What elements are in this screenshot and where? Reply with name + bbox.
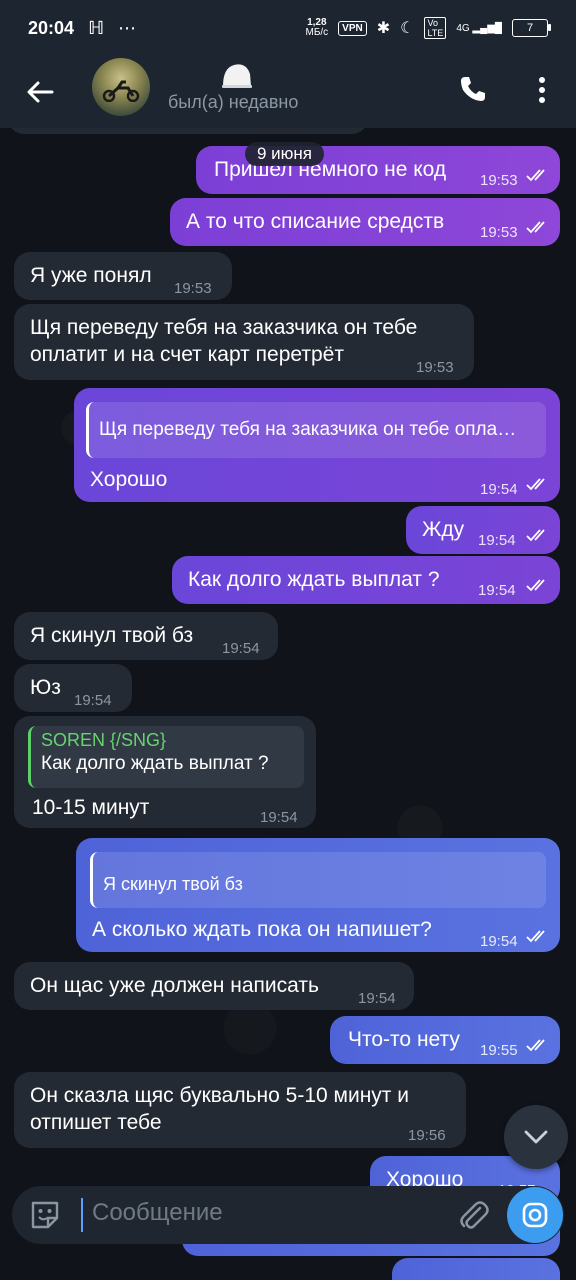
reply-quote[interactable]: Щя переведу тебя на заказчика он тебе оп… bbox=[86, 402, 546, 458]
message-time: 19:53 bbox=[174, 280, 212, 297]
net-type: 4G bbox=[456, 22, 470, 34]
avatar[interactable] bbox=[92, 58, 150, 116]
message-list[interactable]: Пришел немного не код 19:53 9 июня А то … bbox=[0, 128, 576, 1280]
dnd-moon-icon: ☾ bbox=[400, 20, 415, 37]
more-vert-icon[interactable] bbox=[532, 74, 552, 106]
status-bar: 20:04 ℍ ⋯ 1,28 МБ/с VPN ✱ ☾ Vo LTE 4G ▂▄▆… bbox=[0, 0, 576, 56]
volte-icon: Vo LTE bbox=[424, 17, 447, 39]
message-bubble-incoming[interactable]: Юз 19:54 bbox=[14, 664, 132, 712]
read-checks-icon bbox=[526, 169, 545, 182]
message-time: 19:53 bbox=[416, 359, 454, 376]
message-text-line2: отпишет тебе bbox=[30, 1111, 162, 1134]
attach-paperclip-icon[interactable] bbox=[456, 1198, 490, 1232]
contact-name-emoji-icon bbox=[222, 64, 252, 88]
message-input[interactable]: Сообщение bbox=[92, 1199, 223, 1227]
message-time: 19:54 bbox=[478, 532, 516, 549]
message-text: Юз bbox=[30, 676, 61, 699]
bluetooth-icon: ✱ bbox=[376, 20, 391, 37]
message-bubble-outgoing[interactable]: А то что списание средств 19:53 bbox=[170, 198, 560, 246]
message-text-line2: оплатит и на счет карт перетрёт bbox=[30, 343, 344, 366]
back-arrow-icon[interactable] bbox=[22, 74, 58, 110]
chevron-down-icon bbox=[524, 1130, 548, 1144]
read-checks-icon bbox=[526, 529, 545, 542]
message-bubble-incoming[interactable]: Я уже понял 19:53 bbox=[14, 252, 232, 300]
message-time: 19:54 bbox=[478, 582, 516, 599]
message-time: 19:56 bbox=[408, 1127, 446, 1144]
message-time: 19:53 bbox=[480, 172, 518, 189]
reply-quote[interactable]: Я скинул твой бз bbox=[90, 852, 546, 908]
message-bubble-incoming[interactable]: Он сказла щяс буквально 5-10 минут и отп… bbox=[14, 1072, 466, 1148]
camera-button[interactable] bbox=[507, 1187, 563, 1243]
read-checks-icon bbox=[526, 478, 545, 491]
network-speed: 1,28 МБ/с bbox=[305, 18, 328, 38]
reply-quote-text: Щя переведу тебя на заказчика он тебе оп… bbox=[99, 419, 517, 440]
message-bubble-incoming[interactable] bbox=[8, 128, 368, 134]
message-text-line1: Он сказла щяс буквально 5-10 минут и bbox=[30, 1084, 409, 1107]
message-time: 19:54 bbox=[222, 640, 260, 657]
message-bubble-incoming[interactable]: SOREN {/SNG} Как долго ждать выплат ? 10… bbox=[14, 716, 316, 828]
battery-level: 7 bbox=[526, 22, 534, 34]
vpn-icon: VPN bbox=[338, 20, 367, 36]
read-checks-icon bbox=[526, 930, 545, 943]
message-bubble-incoming[interactable]: Я скинул твой бз 19:54 bbox=[14, 612, 278, 660]
message-bubble-outgoing[interactable]: Жду 19:54 bbox=[406, 506, 560, 554]
reply-quote[interactable]: SOREN {/SNG} Как долго ждать выплат ? bbox=[28, 726, 304, 788]
message-composer: Сообщение bbox=[12, 1186, 564, 1244]
message-bubble-outgoing[interactable]: Щя переведу тебя на заказчика он тебе оп… bbox=[74, 388, 560, 502]
read-checks-icon bbox=[526, 221, 545, 234]
text-cursor bbox=[81, 1198, 83, 1232]
message-time: 19:54 bbox=[260, 809, 298, 826]
message-time: 19:54 bbox=[480, 933, 518, 950]
message-text: Я уже понял bbox=[30, 264, 152, 287]
message-bubble-outgoing[interactable]: Что-то нету 19:55 bbox=[330, 1016, 560, 1064]
message-time: 19:53 bbox=[480, 224, 518, 241]
message-text: А сколько ждать пока он напишет? bbox=[92, 918, 432, 941]
read-checks-icon bbox=[526, 1039, 545, 1052]
message-text: Хорошо bbox=[90, 468, 168, 491]
message-text: А то что списание средств bbox=[186, 210, 445, 233]
message-text: Как долго ждать выплат ? bbox=[188, 568, 440, 591]
motorcycle-icon bbox=[102, 80, 140, 102]
speed-unit: МБ/с bbox=[305, 27, 329, 38]
chat-header: был(а) недавно bbox=[0, 56, 576, 128]
message-text-line1: Щя переведу тебя на заказчика он тебе bbox=[30, 316, 418, 339]
sticker-emoji-icon[interactable] bbox=[28, 1198, 62, 1232]
message-text: Жду bbox=[422, 518, 465, 541]
read-checks-icon bbox=[526, 579, 545, 592]
reply-quote-text: Я скинул твой бз bbox=[103, 874, 243, 894]
message-time: 19:54 bbox=[74, 692, 112, 709]
clock: 20:04 bbox=[28, 17, 75, 38]
battery-icon: 7 bbox=[512, 19, 551, 37]
message-bubble-incoming[interactable]: Он щас уже должен написать 19:54 bbox=[14, 962, 414, 1010]
phone-icon[interactable] bbox=[458, 74, 488, 104]
message-text: Он щас уже должен написать bbox=[30, 974, 319, 997]
message-time: 19:54 bbox=[358, 990, 396, 1007]
contact-status: был(а) недавно bbox=[168, 92, 299, 112]
message-time: 19:54 bbox=[480, 481, 518, 498]
message-bubble-outgoing[interactable] bbox=[392, 1258, 560, 1280]
message-text: Я скинул твой бз bbox=[30, 624, 194, 647]
reply-quote-text: Как долго ждать выплат ? bbox=[41, 753, 269, 774]
message-time: 19:55 bbox=[480, 1042, 518, 1059]
message-text: 10-15 минут bbox=[32, 796, 150, 819]
reply-quote-author: SOREN {/SNG} bbox=[41, 730, 167, 750]
app-notification-icon: ℍ bbox=[88, 17, 105, 38]
scroll-down-button[interactable] bbox=[504, 1105, 568, 1169]
signal-icon: 4G ▂▄▆█ bbox=[456, 22, 502, 34]
camera-icon bbox=[522, 1202, 548, 1228]
more-notifications-icon: ⋯ bbox=[118, 17, 137, 38]
message-text: Что-то нету bbox=[348, 1028, 460, 1051]
message-bubble-outgoing[interactable]: Я скинул твой бз А сколько ждать пока он… bbox=[76, 838, 560, 952]
date-separator: 9 июня bbox=[245, 142, 325, 166]
message-bubble-outgoing[interactable]: Как долго ждать выплат ? 19:54 bbox=[172, 556, 560, 604]
message-bubble-incoming[interactable]: Щя переведу тебя на заказчика он тебе оп… bbox=[14, 304, 474, 380]
